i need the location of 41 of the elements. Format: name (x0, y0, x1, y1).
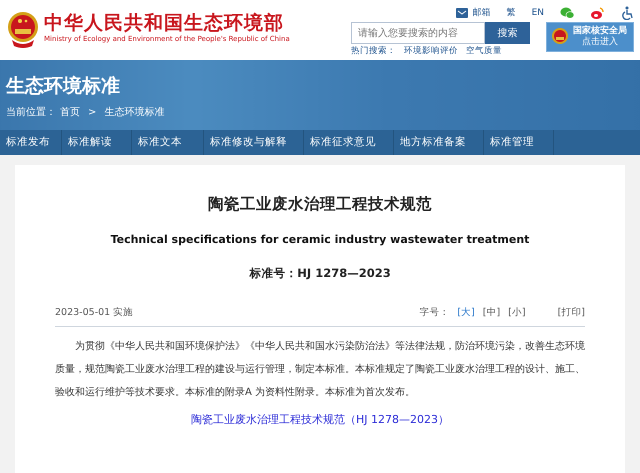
nav-tab[interactable]: 标准征求意见 (304, 130, 394, 155)
article-body: 为贯彻《中华人民共和国环境保护法》《中华人民共和国水污染防治法》等法律法规，防治环境污染，改善生态环境质量，规范陶瓷工业废水治理工程的建设与运行管理，制定本标准。本标准规定了陶瓷工业废水治理工程的设计、施工、验收和运行维护等技术要求。本标准的附录A 为资料性附录。本标准为首次发布。 (55, 340, 585, 400)
nav-tab[interactable]: 标准管理 (484, 130, 554, 155)
header-link[interactable]: 邮箱 (472, 7, 491, 19)
nav-tab[interactable]: 标准文本 (132, 130, 204, 155)
effective-date: 2023-05-01 实施 (55, 306, 134, 320)
breadcrumb-label: 当前位置： (6, 106, 56, 120)
nnsa-banner[interactable]: 国家核安全局 点击进入 (546, 22, 634, 52)
nav-tab[interactable]: 标准解读 (62, 130, 132, 155)
breadcrumb-link[interactable]: 生态环境标准 (104, 104, 164, 120)
standard-number: 标准号：HJ 1278—2023 (249, 264, 391, 282)
emblem-icon (551, 27, 569, 47)
header-link[interactable]: 繁 (506, 7, 516, 19)
hot-search-link[interactable]: 环境影响评价 (404, 46, 458, 57)
mail-icon[interactable] (454, 6, 469, 20)
hot-search-link[interactable]: 空气质量 (466, 46, 502, 57)
article-title: 陶瓷工业废水治理工程技术规范 (207, 194, 433, 215)
font-size-option[interactable]: [小] (508, 306, 526, 320)
hot-search-label: 热门搜索： (351, 46, 396, 57)
header-link[interactable]: EN (532, 7, 544, 19)
nav-tab[interactable]: 标准修改与解释 (204, 130, 304, 155)
search-button[interactable]: 搜索 (485, 22, 530, 44)
banner-action: 点击进入 (581, 37, 619, 48)
wechat-icon[interactable] (560, 6, 574, 20)
print-link[interactable]: [打印] (558, 306, 585, 320)
nav-tab[interactable]: 地方标准备案 (394, 130, 484, 155)
banner-title: 国家核安全局 (573, 26, 627, 36)
weibo-icon[interactable] (590, 6, 604, 20)
font-size-option[interactable]: [中] (482, 306, 500, 320)
emblem-icon (6, 10, 40, 48)
search-field[interactable]: 请输入您要搜索的内容 (351, 22, 485, 44)
document-link[interactable]: 陶瓷工业废水治理工程技术规范（HJ 1278—2023） (190, 412, 449, 429)
accessibility-icon[interactable] (620, 6, 634, 20)
article-subtitle: Technical specifications for ceramic industry wastewater treatment (110, 232, 530, 248)
font-size-option[interactable]: [大] (457, 306, 475, 320)
breadcrumb-link[interactable]: 首页 (60, 104, 80, 120)
section-title: 生态环境标准 (6, 74, 121, 99)
site-title: 中华人民共和国生态环境部 (44, 13, 285, 34)
font-size-label: 字号： (419, 306, 450, 320)
breadcrumb-separator: > (88, 106, 96, 120)
nav-tab[interactable]: 标准发布 (0, 130, 62, 155)
